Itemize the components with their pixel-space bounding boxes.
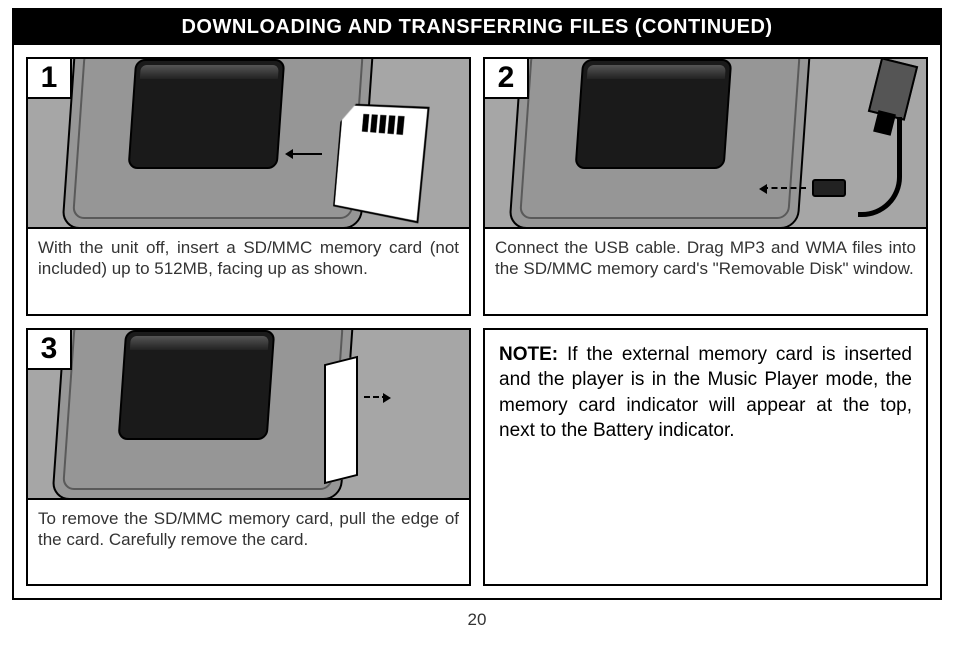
step-number-3: 3 — [28, 330, 72, 370]
note-panel: NOTE: If the external memory card is ins… — [483, 328, 928, 587]
page-number: 20 — [0, 610, 954, 630]
arrow-eject-icon — [364, 396, 388, 398]
usb-plug-icon — [868, 59, 918, 121]
arrow-insert-icon — [288, 153, 322, 155]
note-label: NOTE: — [499, 344, 558, 365]
illustration-connect-usb — [485, 59, 926, 229]
arrow-connect-icon — [762, 187, 806, 189]
note-text: If the external memory card is inserted … — [499, 344, 912, 442]
sd-card-icon — [333, 103, 430, 223]
device-body — [61, 59, 374, 229]
device-screen — [128, 59, 286, 169]
step-panel-1: 1 With the unit off, insert a SD/MMC mem… — [26, 57, 471, 316]
illustration-insert-sd — [28, 59, 469, 229]
illustration-remove-sd — [28, 330, 469, 500]
usb-cable-icon — [846, 59, 918, 229]
device-screen — [118, 330, 276, 440]
usb-mini-port-icon — [812, 179, 846, 197]
device-body — [51, 330, 354, 500]
manual-page: DOWNLOADING AND TRANSFERRING FILES (CONT… — [12, 8, 942, 600]
step-caption-2: Connect the USB cable. Drag MP3 and WMA … — [485, 229, 926, 314]
step-number-1: 1 — [28, 59, 72, 99]
device-body — [508, 59, 811, 229]
sd-card-ejecting-icon — [324, 355, 358, 483]
step-panel-3: 3 To remove the SD/MMC memory card, pull… — [26, 328, 471, 587]
device-screen — [575, 59, 733, 169]
step-caption-1: With the unit off, insert a SD/MMC memor… — [28, 229, 469, 314]
step-caption-3: To remove the SD/MMC memory card, pull t… — [28, 500, 469, 585]
step-number-2: 2 — [485, 59, 529, 99]
section-title: DOWNLOADING AND TRANSFERRING FILES (CONT… — [14, 10, 940, 45]
step-panel-2: 2 Connect the USB cable. Drag MP3 and WM… — [483, 57, 928, 316]
steps-grid: 1 With the unit off, insert a SD/MMC mem… — [14, 45, 940, 598]
cable-line-icon — [858, 117, 902, 217]
